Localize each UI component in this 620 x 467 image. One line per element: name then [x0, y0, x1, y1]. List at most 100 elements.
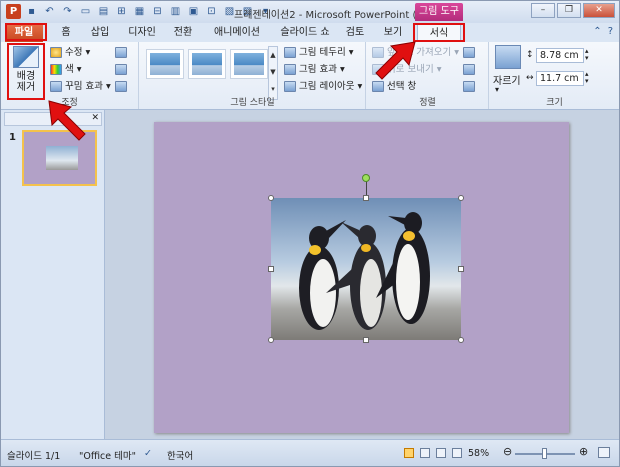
picture-border-button[interactable]: 그림 테두리 ▾ — [284, 45, 354, 60]
ribbon-tabs: 파일 홈 삽입 디자인 전환 애니메이션 슬라이드 쇼 검토 보기 서식 ⌃ ? — [1, 23, 619, 42]
reading-view-icon[interactable] — [436, 448, 446, 458]
maximize-button[interactable]: ❐ — [557, 3, 581, 18]
qat-icon-8[interactable]: ⊡ — [205, 6, 218, 17]
height-input[interactable]: 8.78 cm — [536, 48, 584, 63]
redo-icon[interactable]: ↷ — [61, 6, 74, 17]
resize-handle-b[interactable] — [363, 337, 369, 343]
picture-effects-button[interactable]: 그림 효과 ▾ — [284, 62, 345, 77]
resize-handle-br[interactable] — [458, 337, 464, 343]
resize-handle-t[interactable] — [363, 195, 369, 201]
picture-effects-icon — [284, 64, 296, 75]
save-icon[interactable]: ▪ — [25, 6, 38, 17]
picture-layout-button[interactable]: 그림 레이아웃 ▾ — [284, 79, 362, 94]
slide-sorter-icon[interactable] — [420, 448, 430, 458]
spellcheck-icon[interactable]: ✓ — [144, 448, 152, 459]
tab-insert[interactable]: 삽입 — [84, 23, 116, 42]
picture-border-icon — [284, 47, 296, 58]
sun-icon — [50, 47, 62, 58]
penguins-picture[interactable] — [271, 198, 461, 340]
qat-icon-2[interactable]: ▤ — [97, 6, 110, 17]
crop-dropdown-icon[interactable]: ▾ — [495, 85, 499, 94]
resize-handle-l[interactable] — [268, 266, 274, 272]
tab-home[interactable]: 홈 — [51, 23, 81, 42]
slides-panel: ✕ 1 — [1, 110, 105, 439]
arrow-icon — [48, 100, 86, 141]
artistic-effects-icon — [50, 81, 62, 92]
qat-icon-5[interactable]: ⊟ — [151, 6, 164, 17]
help-icon[interactable]: ? — [608, 26, 613, 37]
help-area: ⌃ ? — [593, 26, 613, 37]
group-size: 자르기 ▾ ↕ 8.78 cm ▴ ▾ ↔ 11.7 cm ▴ ▾ 크기 — [490, 42, 619, 109]
ribbon: 배경 제거 수정 ▾ 색 ▾ 꾸밈 효과 ▾ 조정 ▲ ▼ ▾ 그림 테두리 ▾… — [1, 42, 619, 110]
crop-icon[interactable] — [495, 45, 521, 69]
group-objects-button[interactable] — [463, 62, 475, 77]
tab-design[interactable]: 디자인 — [122, 23, 162, 42]
tab-review[interactable]: 검토 — [340, 23, 370, 42]
language-indicator[interactable]: 한국어 — [167, 448, 193, 462]
qat-icon-7[interactable]: ▣ — [187, 6, 200, 17]
zoom-slider-thumb[interactable] — [542, 448, 547, 459]
picture-layout-icon — [284, 81, 296, 92]
resize-handle-bl[interactable] — [268, 337, 274, 343]
change-picture-button[interactable] — [115, 62, 127, 77]
corrections-button[interactable]: 수정 ▾ — [50, 45, 90, 60]
reset-picture-button[interactable] — [115, 79, 127, 94]
width-icon: ↔ — [526, 73, 534, 83]
minimize-ribbon-icon[interactable]: ⌃ — [593, 26, 601, 37]
close-button[interactable]: ✕ — [583, 3, 615, 18]
callout-box-format — [413, 23, 465, 42]
slide[interactable] — [154, 122, 569, 433]
height-icon: ↕ — [526, 50, 534, 60]
color-label: 색 ▾ — [65, 64, 82, 75]
rotate-button[interactable] — [463, 79, 475, 94]
picture-tools-context-title: 그림 도구 — [415, 3, 463, 21]
group-picture-styles-label: 그림 스타일 — [230, 98, 275, 108]
corrections-label: 수정 ▾ — [65, 47, 91, 58]
align-button[interactable] — [463, 45, 475, 60]
zoom-level[interactable]: 58% — [468, 448, 489, 459]
qat-icon-6[interactable]: ▥ — [169, 6, 182, 17]
styles-gallery-scroll[interactable]: ▲ ▼ ▾ — [268, 46, 278, 100]
resize-handle-tr[interactable] — [458, 195, 464, 201]
resize-handle-tl[interactable] — [268, 195, 274, 201]
title-bar: P ▪ ↶ ↷ ▭ ▤ ⊞ ▦ ⊟ ▥ ▣ ⊡ ▧ ▨ ▾ 프레젠테이션2 - … — [1, 1, 619, 23]
tab-animations[interactable]: 애니메이션 — [207, 23, 267, 42]
fit-to-window-icon[interactable] — [598, 447, 610, 458]
align-icon — [463, 47, 475, 58]
picture-layout-label: 그림 레이아웃 ▾ — [299, 81, 363, 92]
slideshow-icon[interactable] — [452, 448, 462, 458]
powerpoint-app-icon[interactable]: P — [6, 4, 21, 19]
qat-icon-3[interactable]: ⊞ — [115, 6, 128, 17]
undo-icon[interactable]: ↶ — [43, 6, 56, 17]
normal-view-icon[interactable] — [404, 448, 414, 458]
close-panel-icon[interactable]: ✕ — [91, 113, 99, 123]
tab-transitions[interactable]: 전환 — [167, 23, 199, 42]
zoom-out-icon[interactable]: ⊖ — [503, 445, 512, 458]
qat-icon-4[interactable]: ▦ — [133, 6, 146, 17]
picture-style-1[interactable] — [146, 49, 184, 79]
status-bar: 슬라이드 1/1 "Office 테마" ✓ 한국어 58% ⊖ ⊕ — [1, 439, 619, 466]
height-spinner[interactable]: ▴ ▾ — [585, 48, 589, 62]
resize-handle-r[interactable] — [458, 266, 464, 272]
slide-canvas — [105, 110, 619, 439]
picture-style-3[interactable] — [230, 49, 268, 79]
rotation-handle[interactable] — [362, 174, 370, 182]
width-spinner[interactable]: ▴ ▾ — [585, 71, 589, 85]
change-picture-icon — [115, 64, 127, 75]
group-objects-icon — [463, 64, 475, 75]
zoom-in-icon[interactable]: ⊕ — [579, 445, 588, 458]
picture-style-2[interactable] — [188, 49, 226, 79]
width-input[interactable]: 11.7 cm — [536, 71, 584, 86]
qat-icon-1[interactable]: ▭ — [79, 6, 92, 17]
color-button[interactable]: 색 ▾ — [50, 62, 82, 77]
tab-slideshow[interactable]: 슬라이드 쇼 — [273, 23, 337, 42]
powerpoint-window: P ▪ ↶ ↷ ▭ ▤ ⊞ ▦ ⊟ ▥ ▣ ⊡ ▧ ▨ ▾ 프레젠테이션2 - … — [0, 0, 620, 467]
artistic-effects-label: 꾸밈 효과 ▾ — [65, 81, 111, 92]
compress-pictures-button[interactable] — [115, 45, 127, 60]
window-title: 프레젠테이션2 - Microsoft PowerPoint (... — [234, 10, 426, 21]
artistic-effects-button[interactable]: 꾸밈 효과 ▾ — [50, 79, 111, 94]
minimize-button[interactable]: – — [531, 3, 555, 18]
penguins-illustration — [299, 212, 430, 330]
rotate-icon — [463, 81, 475, 92]
callout-box-remove-background — [7, 43, 45, 100]
